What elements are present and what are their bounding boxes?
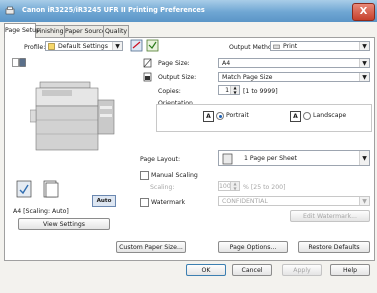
scaling-label: Scaling: (150, 184, 175, 191)
printing-preferences-dialog: Canon iR3225/iR3245 UFR II Printing Pref… (0, 0, 377, 293)
add-profile-icon[interactable] (130, 39, 143, 52)
page-layout-icon (222, 153, 233, 165)
sheet-preview-icon (16, 180, 32, 198)
copies-range: [1 to 9999] (243, 88, 278, 95)
scaling-spinner[interactable]: 100 ▲ ▼ (218, 181, 240, 191)
landscape-icon: A (290, 111, 301, 122)
print-icon (273, 44, 280, 49)
manual-scaling-label[interactable]: Manual Scaling (151, 172, 198, 179)
chevron-down-icon: ▼ (359, 73, 369, 81)
tab-page-setup[interactable]: Page Setup (4, 23, 40, 38)
landscape-label[interactable]: Landscape (313, 112, 346, 119)
output-size-select[interactable]: Match Page Size ▼ (218, 72, 370, 82)
watermark-checkbox[interactable] (140, 198, 149, 207)
chevron-down-icon: ▼ (112, 42, 122, 50)
restore-defaults-button[interactable]: Restore Defaults (298, 241, 370, 253)
page-size-label: Page Size: (158, 60, 190, 67)
copies-value: 1 (225, 87, 229, 94)
view-settings-button[interactable]: View Settings (18, 218, 110, 230)
portrait-radio[interactable] (216, 112, 224, 120)
page-layout-value: 1 Page per Sheet (244, 155, 297, 162)
printer-preview-image (30, 81, 115, 151)
watermark-select[interactable]: CONFIDENTIAL ▼ (218, 196, 370, 206)
watermark-value: CONFIDENTIAL (222, 198, 268, 205)
scaling-range: % [25 to 200] (243, 184, 286, 191)
output-method-select[interactable]: Print ▼ (270, 41, 370, 51)
profile-value: Default Settings (58, 43, 108, 50)
edit-watermark-button[interactable]: Edit Watermark... (290, 210, 370, 222)
page-size-value: A4 (222, 60, 231, 67)
manual-scaling-checkbox[interactable] (140, 171, 149, 180)
preview-mode-icon[interactable] (12, 58, 26, 67)
page-layout-label: Page Layout: (140, 156, 181, 163)
copies-spinner[interactable]: 1 ▲ ▼ (218, 85, 240, 95)
edit-profile-icon[interactable] (146, 39, 159, 52)
spin-arrows-icon[interactable]: ▲ ▼ (230, 181, 239, 190)
profile-select[interactable]: Default Settings ▼ (45, 41, 123, 51)
apply-button[interactable]: Apply (282, 264, 322, 276)
custom-paper-size-button[interactable]: Custom Paper Size... (116, 241, 186, 253)
tab-paper-source[interactable]: Paper Source (64, 25, 106, 37)
profile-icon (48, 43, 55, 50)
tab-quality[interactable]: Quality (103, 25, 129, 37)
chevron-down-icon: ▼ (359, 42, 369, 50)
output-size-label: Output Size: (158, 74, 197, 81)
portrait-label[interactable]: Portrait (226, 112, 249, 119)
chevron-down-icon: ▼ (359, 197, 369, 205)
auto-badge: Auto (92, 195, 116, 207)
chevron-down-icon: ▼ (359, 59, 369, 67)
portrait-icon: A (203, 111, 214, 122)
profile-label: Profile: (24, 44, 46, 51)
preview-status-text: A4 [Scaling: Auto] (13, 208, 69, 215)
ok-button[interactable]: OK (186, 264, 226, 276)
chevron-down-icon: ▼ (359, 151, 369, 165)
page-options-button[interactable]: Page Options... (218, 241, 288, 253)
help-button[interactable]: Help (330, 264, 370, 276)
cancel-button[interactable]: Cancel (232, 264, 272, 276)
output-size-value: Match Page Size (222, 74, 273, 81)
output-size-icon (143, 72, 152, 82)
printer-app-icon (5, 6, 15, 15)
output-method-value: Print (283, 43, 298, 50)
copies-label: Copies: (158, 88, 181, 95)
close-button[interactable]: X (352, 3, 375, 21)
spin-arrows-icon[interactable]: ▲ ▼ (230, 85, 239, 94)
page-preview-icon (43, 180, 59, 198)
landscape-radio[interactable] (303, 112, 311, 120)
page-size-select[interactable]: A4 ▼ (218, 58, 370, 68)
watermark-label[interactable]: Watermark (151, 199, 185, 206)
window-title: Canon iR3225/iR3245 UFR II Printing Pref… (22, 6, 205, 14)
page-layout-select[interactable]: 1 Page per Sheet ▼ (218, 150, 370, 166)
page-size-icon (143, 58, 152, 68)
